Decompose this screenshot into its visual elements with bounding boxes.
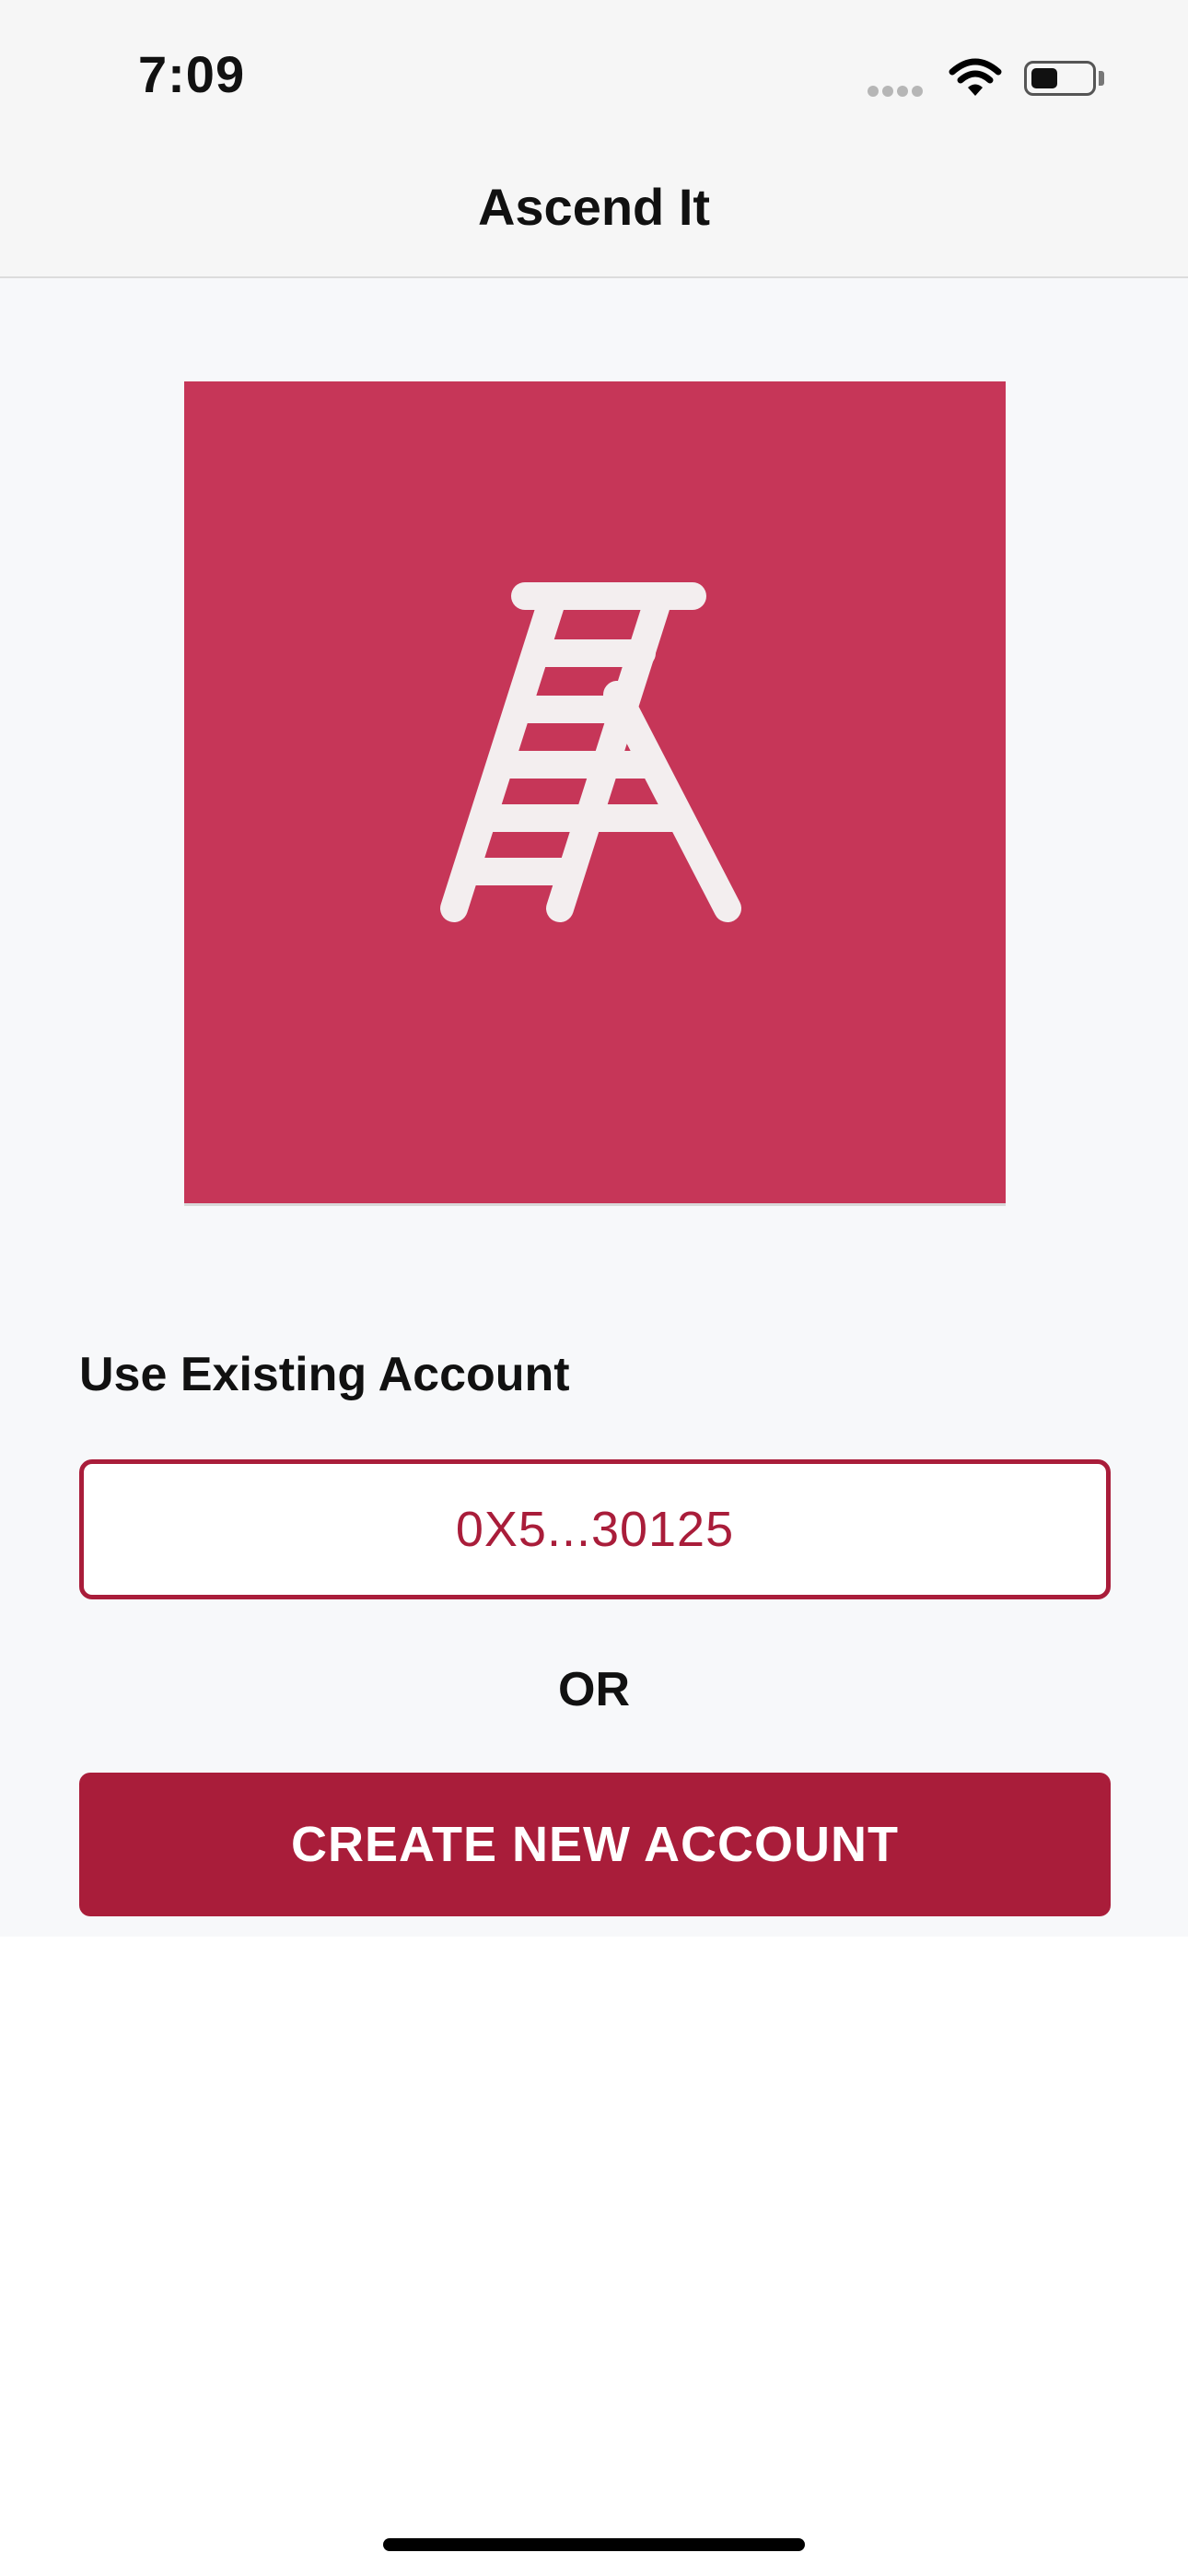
cellular-signal-icon bbox=[868, 85, 926, 101]
battery-level bbox=[1031, 68, 1057, 88]
create-new-account-button[interactable]: CREATE NEW ACCOUNT bbox=[79, 1773, 1111, 1916]
wifi-icon bbox=[949, 58, 1002, 96]
or-divider-label: OR bbox=[558, 1663, 630, 1716]
navigation-bar: Ascend It bbox=[0, 155, 1188, 278]
existing-account-button[interactable]: 0X5...30125 bbox=[79, 1459, 1111, 1599]
battery-terminal bbox=[1099, 71, 1104, 86]
app-screen: 7:09 Ascend It Use Existing Account 0X5.… bbox=[0, 0, 1188, 2576]
status-time: 7:09 bbox=[138, 45, 246, 103]
battery-icon bbox=[1024, 61, 1096, 96]
nav-title: Ascend It bbox=[477, 178, 711, 236]
status-bar: 7:09 bbox=[0, 0, 1188, 155]
main-content: Use Existing Account 0X5...30125 OR CREA… bbox=[0, 278, 1188, 1937]
create-new-account-label: CREATE NEW ACCOUNT bbox=[291, 1817, 899, 1872]
existing-account-address: 0X5...30125 bbox=[455, 1502, 735, 1557]
home-indicator[interactable] bbox=[383, 2538, 805, 2551]
app-logo-tile bbox=[184, 381, 1006, 1203]
ladder-icon bbox=[440, 582, 741, 922]
use-existing-account-label: Use Existing Account bbox=[79, 1348, 570, 1401]
